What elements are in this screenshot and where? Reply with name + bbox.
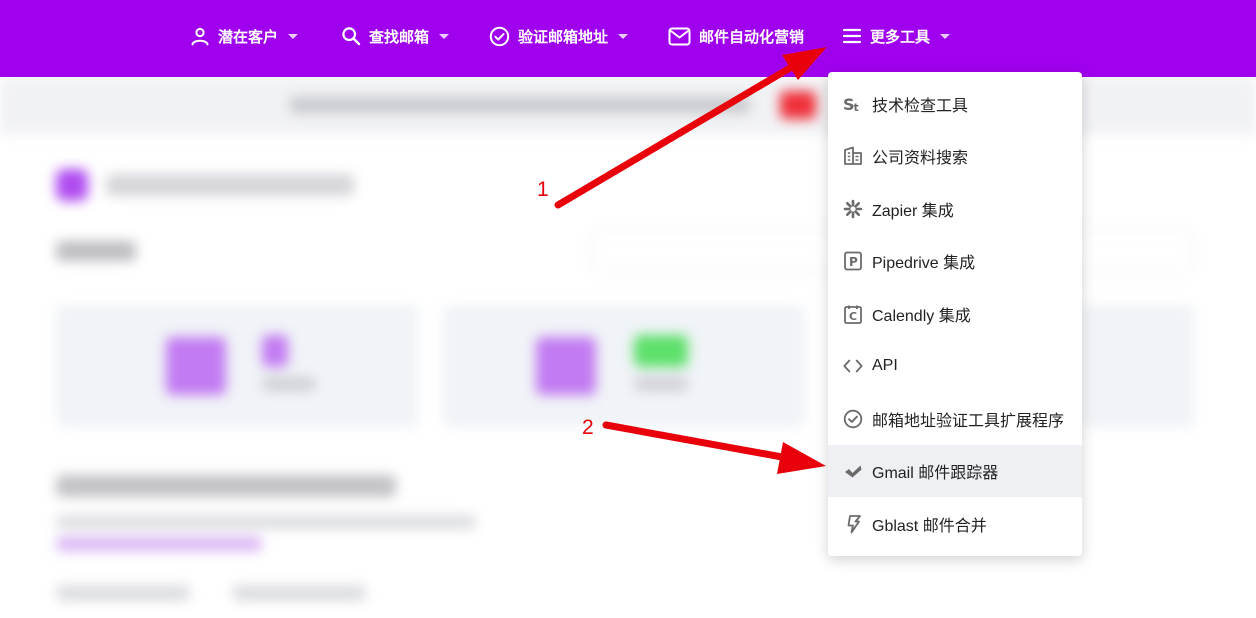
calendly-icon: C xyxy=(843,304,863,324)
section-heading-blurred xyxy=(56,241,136,261)
menu-item-pipedrive[interactable]: P Pipedrive 集成 xyxy=(828,235,1082,287)
menu-item-company-search[interactable]: 公司资料搜索 xyxy=(828,130,1082,182)
paragraph-line-blurred xyxy=(56,515,476,529)
stat-card-blurred xyxy=(1082,305,1194,427)
menu-item-zapier[interactable]: Zapier 集成 xyxy=(828,183,1082,235)
menu-item-label: Gmail 邮件跟踪器 xyxy=(872,465,999,482)
nav-email-automation-label: 邮件自动化营销 xyxy=(699,28,805,46)
menu-item-calendly[interactable]: C Calendly 集成 xyxy=(828,288,1082,340)
svg-text:t: t xyxy=(854,101,859,114)
nav-email-automation[interactable]: 邮件自动化营销 xyxy=(668,22,804,50)
stat-card-label-blurred xyxy=(634,377,688,391)
checklist-item-blurred xyxy=(56,585,190,601)
section-heading-blurred xyxy=(56,475,396,497)
svg-text:P: P xyxy=(849,255,858,269)
chevron-down-icon xyxy=(940,33,951,39)
pipedrive-icon: P xyxy=(843,251,863,271)
mail-tracker-icon xyxy=(843,461,863,481)
nav-find-email-label: 查找邮箱 xyxy=(369,28,430,46)
paragraph-link-blurred xyxy=(56,537,262,551)
checklist-item-blurred xyxy=(232,585,366,601)
nav-more-tools-label: 更多工具 xyxy=(870,28,931,46)
chevron-down-icon xyxy=(618,33,629,39)
menu-item-api[interactable]: API xyxy=(828,340,1082,392)
menu-item-label: 邮箱地址验证工具扩展程序 xyxy=(872,413,1065,430)
menu-item-label: Zapier 集成 xyxy=(872,203,954,220)
menu-item-label: Calendly 集成 xyxy=(872,308,971,325)
top-navigation-bar: 潜在客户 查找邮箱 验证邮箱地址 邮件自动化营销 更多工具 xyxy=(0,0,1256,77)
menu-item-label: Gblast 邮件合并 xyxy=(872,518,987,535)
zapier-icon xyxy=(843,199,863,219)
annotation-label-2: 2 xyxy=(582,416,594,439)
chevron-down-icon xyxy=(288,33,299,39)
stat-card-icon-blurred xyxy=(536,337,596,395)
menu-item-gblast[interactable]: Gblast 邮件合并 xyxy=(828,498,1082,550)
nav-verify-email[interactable]: 验证邮箱地址 xyxy=(489,22,629,50)
promo-banner-text-blurred xyxy=(290,97,750,113)
techlookup-icon: St xyxy=(843,94,863,114)
menu-item-verifier-extension[interactable]: 邮箱地址验证工具扩展程序 xyxy=(828,393,1082,445)
annotation-label-1: 1 xyxy=(537,178,549,201)
nav-leads-label: 潜在客户 xyxy=(218,28,279,46)
building-icon xyxy=(843,146,863,166)
stat-card-blurred xyxy=(443,305,805,427)
nav-verify-email-label: 验证邮箱地址 xyxy=(518,28,609,46)
mail-icon xyxy=(668,27,691,45)
search-icon xyxy=(342,27,361,46)
nav-more-tools[interactable]: 更多工具 xyxy=(842,22,951,50)
menu-icon xyxy=(842,28,862,44)
stat-card-label-blurred xyxy=(262,377,316,391)
nav-find-email[interactable]: 查找邮箱 xyxy=(341,22,450,50)
stat-card-value-blurred xyxy=(634,335,688,367)
person-icon xyxy=(191,27,209,46)
stat-card-blurred xyxy=(56,305,418,427)
more-tools-dropdown: St 技术检查工具 公司资料搜索 Zapier 集成 P Pipedrive 集… xyxy=(828,72,1082,556)
chevron-down-icon xyxy=(439,33,450,39)
page-title-blurred xyxy=(106,174,354,196)
menu-item-label: 公司资料搜索 xyxy=(872,150,969,167)
gblast-icon xyxy=(843,514,863,534)
promo-banner-button-blurred xyxy=(780,91,816,119)
menu-item-label: Pipedrive 集成 xyxy=(872,255,976,272)
code-icon xyxy=(843,356,863,376)
menu-item-label: 技术检查工具 xyxy=(872,98,969,115)
check-circle-icon xyxy=(489,26,510,46)
stat-card-icon-blurred xyxy=(166,337,226,395)
menu-item-tech-lookup[interactable]: St 技术检查工具 xyxy=(828,78,1082,130)
menu-item-label: API xyxy=(872,357,898,374)
stat-card-value-blurred xyxy=(262,335,288,367)
menu-item-gmail-tracker[interactable]: Gmail 邮件跟踪器 xyxy=(828,445,1082,497)
svg-text:C: C xyxy=(849,310,857,323)
nav-leads[interactable]: 潜在客户 xyxy=(190,22,299,50)
page-title-icon-blurred xyxy=(56,169,88,201)
check-circle-icon xyxy=(843,409,863,429)
